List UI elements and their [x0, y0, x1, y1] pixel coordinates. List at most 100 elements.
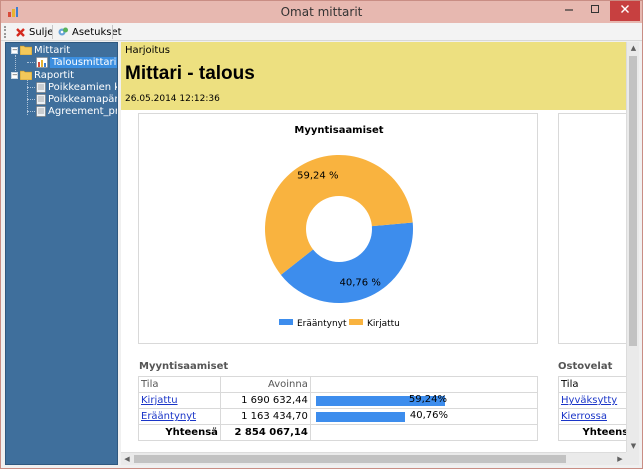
toolbar-separator	[52, 25, 53, 39]
table-row: Kierrossa	[558, 408, 626, 425]
scroll-left-arrow-icon[interactable]: ◀	[121, 453, 133, 465]
close-window-button[interactable]	[610, 1, 640, 21]
table-header-row: Tila	[558, 376, 626, 393]
payables-table: Tila Hyväksytty Kierrossa Yhteensä	[558, 376, 626, 441]
empty-cell	[309, 424, 539, 441]
donut-hole	[306, 196, 372, 262]
vertical-scrollbar[interactable]: ▲ ▼	[626, 42, 639, 452]
report-header: Harjoitus Mittari - talous 26.05.2014 12…	[121, 42, 626, 110]
column-header	[309, 376, 539, 393]
tree-item-report[interactable]: Agreement_pro	[36, 105, 118, 117]
toolbar-separator	[112, 25, 113, 39]
report-view: Harjoitus Mittari - talous 26.05.2014 12…	[121, 42, 626, 452]
report-icon	[36, 105, 46, 117]
legend-swatch	[349, 319, 363, 325]
slice-value-label: 40,76 %	[340, 278, 381, 289]
state-link[interactable]: Erääntynyt	[141, 411, 196, 422]
table-header-row: Tila Avoinna	[138, 376, 539, 393]
vertical-scroll-thumb[interactable]	[629, 56, 637, 346]
tree-item-report[interactable]: Poikkeamien k	[36, 81, 118, 93]
state-link[interactable]: Hyväksytty	[561, 395, 617, 406]
amount-cell: 1 163 434,70	[219, 408, 311, 425]
maximize-icon	[591, 5, 599, 13]
app-window: Omat mittarit Sulje Asetukset − Mittarit…	[0, 0, 643, 469]
scroll-right-arrow-icon[interactable]: ▶	[614, 453, 626, 465]
chart-title: Myyntisaamiset	[294, 125, 383, 136]
tree-line	[27, 87, 35, 88]
scroll-down-arrow-icon[interactable]: ▼	[627, 440, 640, 452]
scroll-up-arrow-icon[interactable]: ▲	[627, 42, 640, 54]
tree-line	[27, 111, 35, 112]
percentage-label: 59,24%	[408, 394, 447, 405]
total-value: 2 854 067,14	[219, 424, 311, 441]
red-x-icon	[16, 27, 25, 37]
state-link[interactable]: Kierrossa	[561, 411, 607, 422]
toolbar-grip[interactable]	[4, 26, 7, 38]
folder-icon	[20, 70, 32, 80]
tree-item-raportit[interactable]: − Raportit	[11, 69, 74, 81]
tree-item-label: Poikkeamapär	[48, 93, 118, 105]
toolbar: Sulje Asetukset	[1, 23, 642, 41]
table-row: Erääntynyt 1 163 434,70 40,76%	[138, 408, 539, 425]
tree-line	[27, 99, 35, 100]
table-total-row: Yhteensä	[558, 424, 626, 441]
horizontal-scroll-thumb[interactable]	[134, 455, 566, 463]
horizontal-scrollbar[interactable]: ◀ ▶	[121, 452, 626, 465]
tree-item-label: Mittarit	[34, 44, 71, 56]
minimize-icon	[565, 9, 573, 11]
table-title: Ostovelat	[558, 361, 613, 372]
tree-item-label: Raportit	[34, 69, 75, 81]
chart-panel: Myyntisaamiset 40,76 % 59,24 % Erääntynyt…	[138, 113, 538, 344]
navigation-tree: − Mittarit Talousmittari − Raportit Poik…	[5, 42, 118, 465]
total-label: Yhteensä	[558, 424, 626, 441]
bar-cell: 40,76%	[309, 408, 539, 425]
tree-item-label: Agreement_pro	[48, 105, 118, 117]
legend-swatch	[279, 319, 293, 325]
column-header: Avoinna	[219, 376, 311, 393]
state-cell: Erääntynyt	[138, 408, 221, 425]
tree-item-report[interactable]: Poikkeamapär	[36, 93, 118, 105]
column-header: Tila	[138, 376, 221, 393]
settings-button[interactable]: Asetukset	[55, 24, 124, 40]
table-row: Kirjattu 1 690 632,44 59,24%	[138, 392, 539, 409]
settings-button-label: Asetukset	[72, 26, 122, 38]
minimize-button[interactable]	[556, 1, 582, 21]
tree-item-label: Talousmittari	[50, 56, 117, 68]
receivables-table: Tila Avoinna Kirjattu 1 690 632,44 59,24…	[138, 376, 539, 441]
legend-label: Erääntynyt	[297, 319, 347, 329]
report-icon	[36, 81, 46, 93]
state-cell: Kirjattu	[138, 392, 221, 409]
chart-icon	[36, 56, 48, 68]
title-bar[interactable]: Omat mittarit	[1, 1, 642, 23]
report-icon	[36, 93, 46, 105]
state-link[interactable]: Kirjattu	[141, 395, 178, 406]
tree-item-talousmittari[interactable]: Talousmittari	[36, 56, 117, 68]
scrollbar-corner	[626, 452, 639, 465]
tree-item-mittarit[interactable]: − Mittarit	[11, 44, 70, 56]
percentage-bar	[315, 412, 405, 422]
window-title: Omat mittarit	[280, 5, 363, 19]
table-row: Hyväksytty	[558, 392, 626, 409]
collapse-icon[interactable]: −	[11, 71, 18, 79]
column-header: Tila	[558, 376, 626, 393]
slice-value-label: 59,24 %	[297, 171, 338, 182]
donut-chart: Myyntisaamiset 40,76 % 59,24 % Erääntynyt…	[265, 125, 414, 329]
tree-line	[27, 79, 28, 115]
maximize-button[interactable]	[582, 1, 608, 21]
settings-icon	[58, 27, 68, 36]
amount-cell: 1 690 632,44	[219, 392, 311, 409]
tree-item-label: Poikkeamien k	[48, 81, 118, 93]
legend-label: Kirjattu	[367, 319, 400, 329]
tree-line	[27, 62, 35, 63]
page-title: Mittari - talous	[125, 63, 255, 84]
close-button-label: Sulje	[29, 26, 54, 38]
close-icon	[621, 5, 629, 13]
report-subtitle: Harjoitus	[125, 45, 170, 56]
close-button[interactable]: Sulje	[13, 24, 55, 40]
report-date: 26.05.2014 12:12:36	[125, 94, 220, 104]
table-total-row: Yhteensä 2 854 067,14	[138, 424, 539, 441]
second-chart-panel	[558, 113, 626, 344]
table-title: Myyntisaamiset	[139, 361, 229, 372]
state-cell: Hyväksytty	[558, 392, 626, 409]
collapse-icon[interactable]: −	[11, 46, 18, 54]
